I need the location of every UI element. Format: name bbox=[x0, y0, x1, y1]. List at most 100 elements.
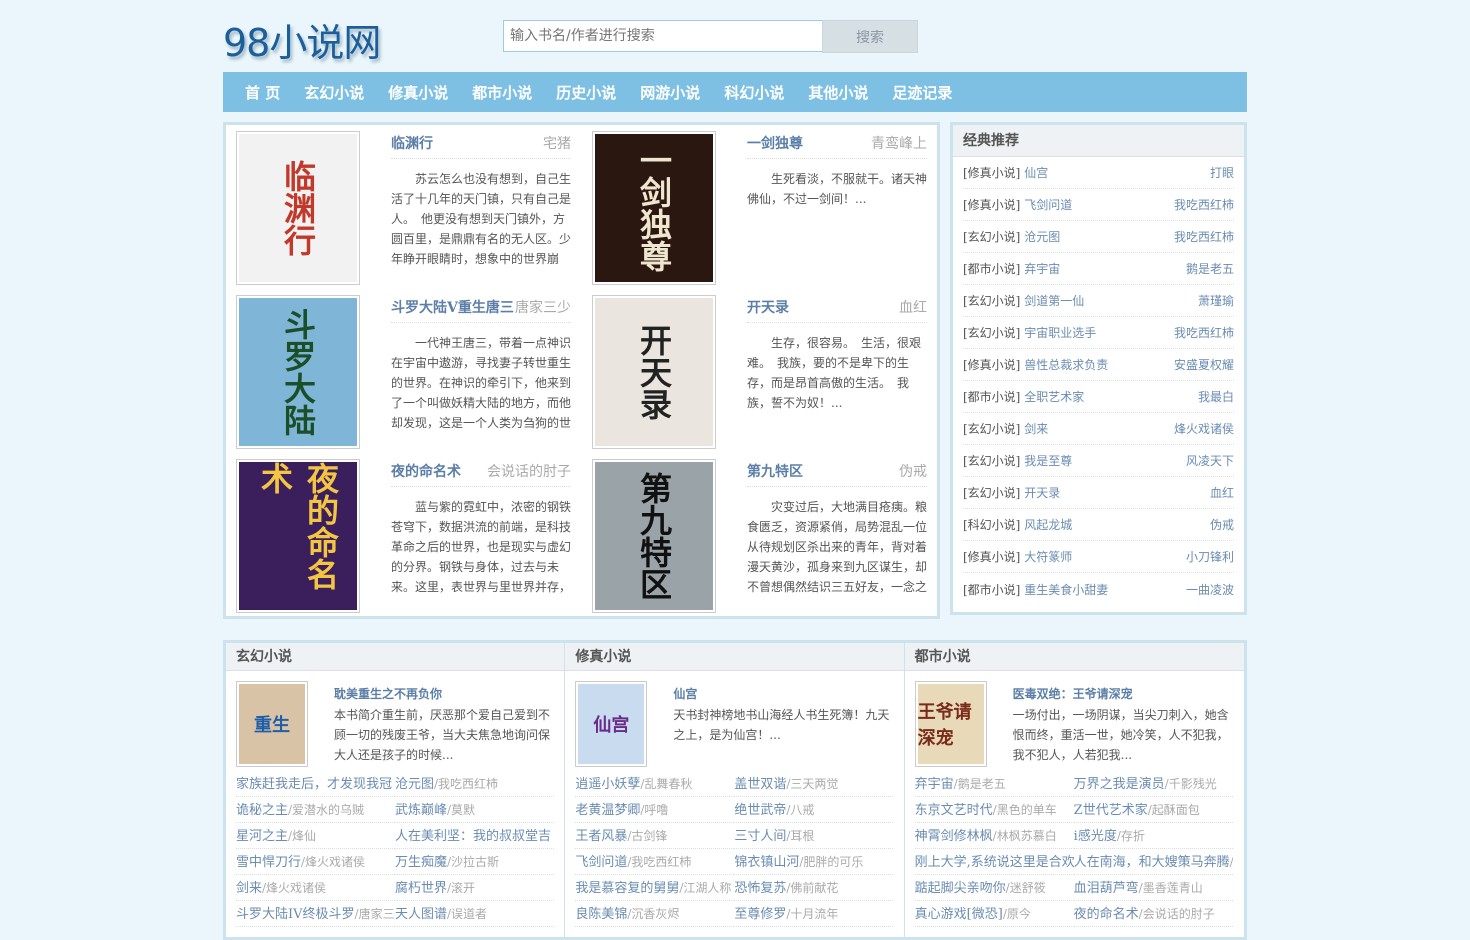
book-link[interactable]: 血泪葫芦弯 bbox=[1074, 881, 1139, 896]
recommend-book-link[interactable]: 风起龙城 bbox=[1024, 518, 1072, 532]
book-link[interactable]: 逍遥小妖孽 bbox=[575, 777, 640, 792]
recommend-category[interactable]: [玄幻小说] bbox=[963, 454, 1020, 468]
book-link[interactable]: 飞剑问道 bbox=[575, 855, 627, 870]
recommend-category[interactable]: [玄幻小说] bbox=[963, 422, 1020, 436]
author-link[interactable]: /迷舒筱 bbox=[1006, 881, 1046, 895]
recommend-book-link[interactable]: 沧元图 bbox=[1024, 230, 1060, 244]
recommend-author-link[interactable]: 血红 bbox=[1210, 484, 1234, 501]
recommend-category[interactable]: [修真小说] bbox=[963, 358, 1020, 372]
feature-title[interactable]: 仙宫 bbox=[673, 685, 697, 702]
author-link[interactable]: /鹅是老五 bbox=[954, 777, 1006, 791]
nav-item-6[interactable]: 科幻小说 bbox=[714, 82, 794, 103]
recommend-category[interactable]: [玄幻小说] bbox=[963, 230, 1020, 244]
author-link[interactable]: / bbox=[1230, 855, 1233, 869]
book-link[interactable]: 刚上大学,系统说这里是合欢 bbox=[915, 855, 1074, 870]
book-cover[interactable]: 仙宫 bbox=[575, 681, 648, 767]
feature-title[interactable]: 耽美重生之不再负你 bbox=[334, 685, 442, 702]
book-link[interactable]: 我是慕容复的舅舅 bbox=[575, 881, 679, 896]
book-link[interactable]: 沧元图 bbox=[395, 777, 434, 792]
book-cover[interactable]: 王爷请深宠 bbox=[914, 681, 987, 767]
book-link[interactable]: 弃宇宙 bbox=[915, 777, 954, 792]
book-cover[interactable]: 第九特区 bbox=[592, 459, 716, 613]
nav-item-4[interactable]: 历史小说 bbox=[546, 82, 626, 103]
author-link[interactable]: /黑色的单车 bbox=[993, 803, 1057, 817]
recommend-book-link[interactable]: 我是至尊 bbox=[1024, 454, 1072, 468]
book-link[interactable]: 诡秘之主 bbox=[236, 803, 288, 818]
recommend-book-link[interactable]: 宇宙职业选手 bbox=[1024, 326, 1096, 340]
category-heading[interactable]: 修真小说 bbox=[565, 643, 904, 671]
book-link[interactable]: 斗罗大陆IV终极斗罗 bbox=[236, 907, 355, 922]
recommend-book-link[interactable]: 全职艺术家 bbox=[1024, 390, 1084, 404]
book-link[interactable]: 盖世双谐 bbox=[734, 777, 786, 792]
recommend-category[interactable]: [玄幻小说] bbox=[963, 294, 1020, 308]
recommend-book-link[interactable]: 兽性总裁求负责 bbox=[1024, 358, 1108, 372]
book-link[interactable]: 武炼巅峰 bbox=[395, 803, 447, 818]
nav-item-7[interactable]: 其他小说 bbox=[798, 82, 878, 103]
recommend-author-link[interactable]: 烽火戏诸侯 bbox=[1174, 420, 1234, 437]
book-cover[interactable]: 斗罗大陆 bbox=[236, 295, 360, 449]
book-link[interactable]: Z世代艺术家 bbox=[1074, 803, 1148, 818]
recommend-author-link[interactable]: 我吃西红柿 bbox=[1174, 228, 1234, 245]
book-link[interactable]: 天人图谱 bbox=[395, 907, 447, 922]
recommend-author-link[interactable]: 小刀锋利 bbox=[1186, 548, 1234, 565]
book-author[interactable]: 伪戒 bbox=[899, 461, 927, 481]
book-link[interactable]: 老黄温梦卿 bbox=[575, 803, 640, 818]
recommend-author-link[interactable]: 我吃西红柿 bbox=[1174, 324, 1234, 341]
author-link[interactable]: /千影残光 bbox=[1165, 777, 1217, 791]
book-link[interactable]: 剑来 bbox=[236, 881, 262, 896]
author-link[interactable]: /乱舞春秋 bbox=[640, 777, 692, 791]
book-title[interactable]: 第九特区 bbox=[747, 461, 803, 481]
recommend-book-link[interactable]: 剑来 bbox=[1024, 422, 1048, 436]
author-link[interactable]: /耳根 bbox=[786, 829, 814, 843]
recommend-book-link[interactable]: 仙宫 bbox=[1024, 166, 1048, 180]
author-link[interactable]: /呼噜 bbox=[640, 803, 668, 817]
book-link[interactable]: 人在美利坚：我的叔叔堂吉 bbox=[395, 829, 551, 844]
author-link[interactable]: /江湖人称 bbox=[679, 881, 731, 895]
book-link[interactable]: 家族赶我走后，才发现我冠 bbox=[236, 777, 392, 792]
author-link[interactable]: /滚开 bbox=[447, 881, 475, 895]
book-cover[interactable]: 临渊行 bbox=[236, 131, 360, 285]
author-link[interactable]: /三天两觉 bbox=[786, 777, 838, 791]
nav-item-3[interactable]: 都市小说 bbox=[462, 82, 542, 103]
author-link[interactable]: /沉香灰烬 bbox=[627, 907, 679, 921]
author-link[interactable]: /墨香莲青山 bbox=[1139, 881, 1203, 895]
recommend-author-link[interactable]: 一曲凌波 bbox=[1186, 581, 1234, 598]
book-link[interactable]: 夜的命名术 bbox=[1074, 907, 1139, 922]
book-author[interactable]: 唐家三少 bbox=[515, 297, 571, 317]
book-cover[interactable]: 重生 bbox=[236, 681, 308, 767]
author-link[interactable]: /唐家三少 bbox=[355, 907, 395, 921]
recommend-author-link[interactable]: 安盛夏权耀 bbox=[1174, 356, 1234, 373]
author-link[interactable]: /我吃西红柿 bbox=[434, 777, 498, 791]
author-link[interactable]: /误道者 bbox=[447, 907, 487, 921]
book-link[interactable]: 星河之主 bbox=[236, 829, 288, 844]
author-link[interactable]: /肥胖的可乐 bbox=[799, 855, 863, 869]
recommend-author-link[interactable]: 风凌天下 bbox=[1186, 452, 1234, 469]
book-link[interactable]: 绝世武帝 bbox=[734, 803, 786, 818]
book-author[interactable]: 宅猪 bbox=[543, 133, 571, 153]
author-link[interactable]: /烽仙 bbox=[288, 829, 316, 843]
author-link[interactable]: /存折 bbox=[1117, 829, 1145, 843]
feature-title[interactable]: 医毒双绝：王爷请深宠 bbox=[1013, 685, 1133, 702]
recommend-book-link[interactable]: 大符篆师 bbox=[1024, 550, 1072, 564]
book-title[interactable]: 斗罗大陆V重生唐三 bbox=[391, 297, 514, 317]
book-author[interactable]: 血红 bbox=[899, 297, 927, 317]
book-link[interactable]: i感光度 bbox=[1074, 829, 1117, 844]
author-link[interactable]: /烽火戏诸侯 bbox=[262, 881, 326, 895]
book-link[interactable]: 东京文艺时代 bbox=[915, 803, 993, 818]
author-link[interactable]: /十月流年 bbox=[786, 907, 838, 921]
book-title[interactable]: 一剑独尊 bbox=[747, 133, 803, 153]
author-link[interactable]: /佛前献花 bbox=[786, 881, 838, 895]
author-link[interactable]: /会说话的肘子 bbox=[1139, 907, 1215, 921]
recommend-category[interactable]: [科幻小说] bbox=[963, 518, 1020, 532]
nav-item-5[interactable]: 网游小说 bbox=[630, 82, 710, 103]
book-title[interactable]: 临渊行 bbox=[391, 133, 433, 153]
recommend-category[interactable]: [玄幻小说] bbox=[963, 486, 1020, 500]
recommend-category[interactable]: [都市小说] bbox=[963, 583, 1020, 597]
author-link[interactable]: /爱潜水的乌贼 bbox=[288, 803, 364, 817]
recommend-category[interactable]: [玄幻小说] bbox=[963, 326, 1020, 340]
book-link[interactable]: 真心游戏[微恐] bbox=[915, 907, 1003, 922]
book-link[interactable]: 万界之我是演员 bbox=[1074, 777, 1165, 792]
recommend-book-link[interactable]: 弃宇宙 bbox=[1024, 262, 1060, 276]
book-link[interactable]: 踮起脚尖亲吻你 bbox=[915, 881, 1006, 896]
site-logo[interactable]: 98小说网 bbox=[223, 12, 381, 67]
